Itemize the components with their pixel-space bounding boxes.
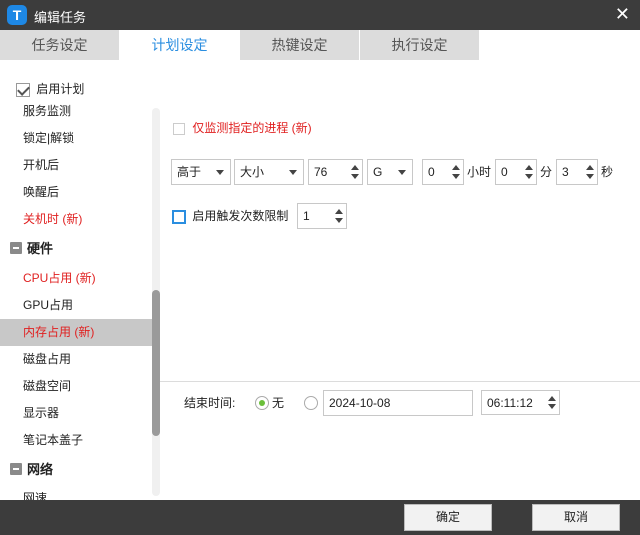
chevron-down-icon <box>216 170 224 175</box>
metric-value: 大小 <box>240 165 265 179</box>
hours-stepper[interactable]: 0 <box>422 159 464 185</box>
minutes-stepper[interactable]: 0 <box>495 159 537 185</box>
trigger-sidebar: 启用计划 服务监测 锁定|解锁 开机后 唤醒后 关机时 (新) 硬件 CPU占用… <box>0 60 160 500</box>
end-date-field[interactable]: 2024-10-08 <box>323 390 473 416</box>
minutes-unit-label: 分 <box>540 165 553 179</box>
sidebar-scrollbar-thumb[interactable] <box>152 290 160 436</box>
sidebar-item-memory-usage[interactable]: 内存占用 (新) <box>0 319 152 346</box>
seconds-unit-label: 秒 <box>601 165 614 179</box>
spin-up-icon[interactable] <box>586 165 594 170</box>
spin-down-icon[interactable] <box>452 174 460 179</box>
only-process-row[interactable]: 仅监测指定的进程 (新) <box>173 120 312 136</box>
spin-up-icon[interactable] <box>351 165 359 170</box>
sidebar-item-gpu-usage[interactable]: GPU占用 <box>0 292 152 319</box>
seconds-stepper[interactable]: 3 <box>556 159 598 185</box>
tab-schedule-settings[interactable]: 计划设定 <box>120 30 240 60</box>
unit-value: G <box>373 165 383 179</box>
category-label: 网络 <box>27 462 54 477</box>
sidebar-item-cpu-usage[interactable]: CPU占用 (新) <box>0 265 152 292</box>
unit-dropdown[interactable]: G <box>367 159 413 185</box>
close-icon[interactable]: ✕ <box>615 5 630 23</box>
end-time-value: 06:11:12 <box>487 396 533 410</box>
spin-up-icon[interactable] <box>525 165 533 170</box>
spin-down-icon[interactable] <box>351 174 359 179</box>
hours-value: 0 <box>428 165 435 179</box>
compare-dropdown[interactable]: 高于 <box>171 159 231 185</box>
sidebar-item-lock-unlock[interactable]: 锁定|解锁 <box>0 125 152 152</box>
sidebar-item-on-shutdown[interactable]: 关机时 (新) <box>0 206 152 233</box>
spin-down-icon[interactable] <box>335 218 343 223</box>
tab-bar: 任务设定 计划设定 热键设定 执行设定 <box>0 30 640 60</box>
spin-down-icon[interactable] <box>586 174 594 179</box>
sidebar-category-hardware[interactable]: 硬件 <box>0 235 152 262</box>
trigger-limit-stepper[interactable]: 1 <box>297 203 347 229</box>
sidebar-scrollbar[interactable] <box>152 108 160 496</box>
sidebar-item-service-monitor[interactable]: 服务监测 <box>0 98 152 125</box>
sidebar-item-net-speed[interactable]: 网速 <box>0 485 152 500</box>
end-date-radio[interactable] <box>304 396 318 410</box>
only-process-checkbox[interactable] <box>173 122 185 135</box>
seconds-value: 3 <box>562 165 569 179</box>
sidebar-item-after-boot[interactable]: 开机后 <box>0 152 152 179</box>
spin-down-icon[interactable] <box>525 174 533 179</box>
app-logo-icon: T <box>7 5 27 25</box>
end-none-radio[interactable] <box>255 396 269 410</box>
collapse-icon[interactable] <box>10 463 22 475</box>
tab-hotkey-settings[interactable]: 热键设定 <box>240 30 360 60</box>
spin-down-icon[interactable] <box>548 404 556 409</box>
hours-unit-label: 小时 <box>467 165 492 179</box>
end-time-label: 结束时间: <box>184 396 236 410</box>
amount-value: 76 <box>314 165 328 179</box>
spin-up-icon[interactable] <box>548 396 556 401</box>
ok-button[interactable]: 确定 <box>404 504 492 531</box>
amount-stepper[interactable]: 76 <box>308 159 363 185</box>
compare-value: 高于 <box>177 165 202 179</box>
tab-execution-settings[interactable]: 执行设定 <box>360 30 480 60</box>
window-title: 编辑任务 <box>34 10 87 25</box>
category-label: 硬件 <box>27 241 54 256</box>
end-none-label: 无 <box>272 396 285 410</box>
end-time-stepper[interactable]: 06:11:12 <box>481 390 560 415</box>
chevron-down-icon <box>289 170 297 175</box>
end-date-value: 2024-10-08 <box>329 396 391 410</box>
metric-dropdown[interactable]: 大小 <box>234 159 304 185</box>
trigger-limit-value: 1 <box>303 209 310 223</box>
only-process-label: 仅监测指定的进程 (新) <box>192 121 312 135</box>
sidebar-item-display[interactable]: 显示器 <box>0 400 152 427</box>
enable-plan-row[interactable]: 启用计划 <box>16 80 84 98</box>
enable-plan-checkbox[interactable] <box>16 82 30 97</box>
trigger-limit-checkbox[interactable] <box>172 209 186 224</box>
minutes-value: 0 <box>501 165 508 179</box>
cancel-button[interactable]: 取消 <box>532 504 620 531</box>
enable-plan-label: 启用计划 <box>36 82 85 96</box>
section-divider <box>160 381 640 382</box>
trigger-limit-label: 启用触发次数限制 <box>192 209 289 223</box>
tab-task-settings[interactable]: 任务设定 <box>0 30 120 60</box>
dialog-footer: 确定 取消 <box>0 500 640 535</box>
sidebar-item-disk-usage[interactable]: 磁盘占用 <box>0 346 152 373</box>
sidebar-item-after-wake[interactable]: 唤醒后 <box>0 179 152 206</box>
sidebar-item-laptop-lid[interactable]: 笔记本盖子 <box>0 427 152 454</box>
chevron-down-icon <box>398 170 406 175</box>
sidebar-item-disk-space[interactable]: 磁盘空间 <box>0 373 152 400</box>
spin-up-icon[interactable] <box>335 209 343 214</box>
collapse-icon[interactable] <box>10 242 22 254</box>
trigger-limit-row[interactable]: 启用触发次数限制 <box>172 207 288 225</box>
spin-up-icon[interactable] <box>452 165 460 170</box>
sidebar-category-network[interactable]: 网络 <box>0 456 152 483</box>
title-bar: T 编辑任务 ✕ <box>0 0 640 30</box>
